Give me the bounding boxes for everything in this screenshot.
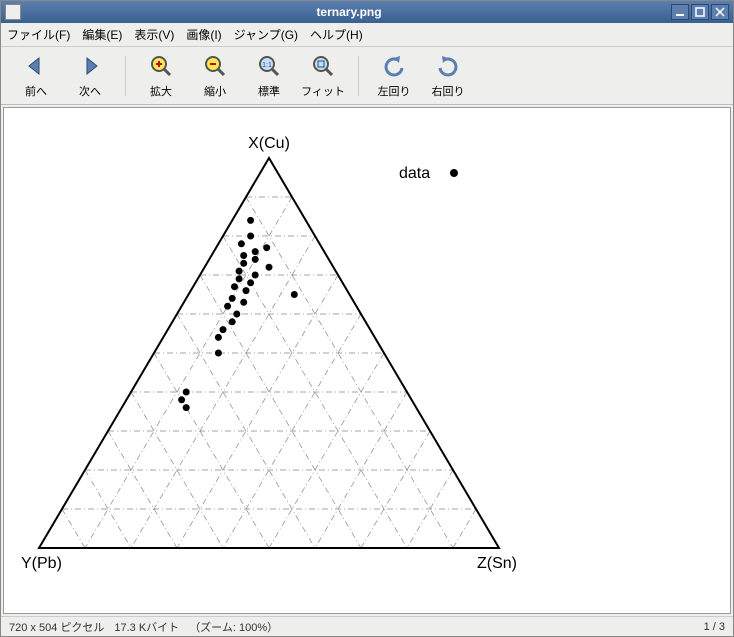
vertex-top-label: X(Cu) bbox=[248, 135, 290, 152]
data-point bbox=[238, 240, 245, 247]
menu-file[interactable]: ファイル(F) bbox=[7, 26, 70, 43]
data-point bbox=[215, 334, 222, 341]
data-point bbox=[224, 303, 231, 310]
status-dimensions: 720 x 504 ピクセル bbox=[9, 619, 104, 635]
menu-bar: ファイル(F) 編集(E) 表示(V) 画像(I) ジャンプ(G) ヘルプ(H) bbox=[1, 23, 733, 47]
data-point bbox=[247, 233, 254, 240]
data-point bbox=[240, 299, 247, 306]
data-point bbox=[233, 311, 240, 318]
data-point bbox=[231, 283, 238, 290]
maximize-button[interactable] bbox=[691, 4, 709, 20]
toolbar-separator bbox=[358, 56, 359, 96]
data-point bbox=[240, 252, 247, 259]
menu-help[interactable]: ヘルプ(H) bbox=[310, 26, 363, 43]
zoom-in-icon bbox=[148, 53, 174, 79]
next-label: 次へ bbox=[79, 83, 101, 99]
minimize-button[interactable] bbox=[671, 4, 689, 20]
rotate-right-button[interactable]: 右回り bbox=[421, 51, 475, 101]
data-point bbox=[236, 275, 243, 282]
minimize-icon bbox=[675, 7, 685, 17]
rotate-left-button[interactable]: 左回り bbox=[367, 51, 421, 101]
zoom-normal-label: 標準 bbox=[258, 83, 280, 99]
svg-text:1:1: 1:1 bbox=[262, 62, 272, 69]
legend-marker-icon bbox=[450, 169, 458, 177]
menu-image[interactable]: 画像(I) bbox=[186, 26, 221, 43]
ternary-plot: X(Cu) Y(Pb) Z(Sn) data bbox=[4, 108, 724, 612]
window-titlebar: ternary.png bbox=[1, 1, 733, 23]
arrow-left-icon bbox=[23, 53, 49, 79]
zoom-normal-button[interactable]: 1:1 標準 bbox=[242, 51, 296, 101]
rotate-right-label: 右回り bbox=[432, 83, 465, 99]
data-point bbox=[178, 396, 185, 403]
status-position: 1 / 3 bbox=[704, 621, 725, 633]
menu-edit[interactable]: 編集(E) bbox=[82, 26, 122, 43]
maximize-icon bbox=[695, 7, 705, 17]
window-title: ternary.png bbox=[27, 5, 671, 19]
menu-view[interactable]: 表示(V) bbox=[134, 26, 174, 43]
status-bar: 720 x 504 ピクセル 17.3 Kバイト （ズーム: 100%） 1 /… bbox=[1, 616, 733, 636]
rotate-left-label: 左回り bbox=[378, 83, 411, 99]
data-point bbox=[220, 326, 227, 333]
data-point bbox=[236, 268, 243, 275]
next-button[interactable]: 次へ bbox=[63, 51, 117, 101]
zoom-fit-label: フィット bbox=[301, 83, 345, 99]
data-point bbox=[229, 318, 236, 325]
data-point bbox=[240, 260, 247, 267]
zoom-fit-icon bbox=[310, 53, 336, 79]
data-point bbox=[215, 350, 222, 357]
data-point bbox=[252, 256, 259, 263]
data-point bbox=[291, 291, 298, 298]
close-icon bbox=[715, 7, 725, 17]
data-point bbox=[247, 279, 254, 286]
toolbar: 前へ 次へ 拡大 縮小 1:1 標準 bbox=[1, 47, 733, 105]
data-point bbox=[263, 244, 270, 251]
status-zoom: （ズーム: 100%） bbox=[189, 619, 278, 635]
rotate-right-icon bbox=[435, 53, 461, 79]
zoom-out-label: 縮小 bbox=[204, 83, 226, 99]
app-icon bbox=[5, 4, 21, 20]
vertex-right-label: Z(Sn) bbox=[477, 555, 517, 572]
data-point bbox=[252, 248, 259, 255]
data-point bbox=[266, 264, 273, 271]
legend-label: data bbox=[399, 165, 430, 182]
zoom-in-button[interactable]: 拡大 bbox=[134, 51, 188, 101]
image-viewport[interactable]: X(Cu) Y(Pb) Z(Sn) data bbox=[3, 107, 731, 614]
data-point bbox=[252, 272, 259, 279]
zoom-out-button[interactable]: 縮小 bbox=[188, 51, 242, 101]
status-filesize: 17.3 Kバイト bbox=[114, 619, 179, 635]
window-controls bbox=[671, 4, 729, 20]
prev-button[interactable]: 前へ bbox=[9, 51, 63, 101]
vertex-left-label: Y(Pb) bbox=[21, 555, 62, 572]
rotate-left-icon bbox=[381, 53, 407, 79]
toolbar-separator bbox=[125, 56, 126, 96]
data-point bbox=[229, 295, 236, 302]
arrow-right-icon bbox=[77, 53, 103, 79]
zoom-in-label: 拡大 bbox=[150, 83, 172, 99]
data-point bbox=[243, 287, 250, 294]
prev-label: 前へ bbox=[25, 83, 47, 99]
close-button[interactable] bbox=[711, 4, 729, 20]
data-point bbox=[247, 217, 254, 224]
menu-jump[interactable]: ジャンプ(G) bbox=[234, 26, 298, 43]
legend: data bbox=[399, 165, 458, 182]
zoom-fit-button[interactable]: フィット bbox=[296, 51, 350, 101]
data-point bbox=[183, 389, 190, 396]
zoom-out-icon bbox=[202, 53, 228, 79]
zoom-normal-icon: 1:1 bbox=[256, 53, 282, 79]
data-point bbox=[183, 404, 190, 411]
